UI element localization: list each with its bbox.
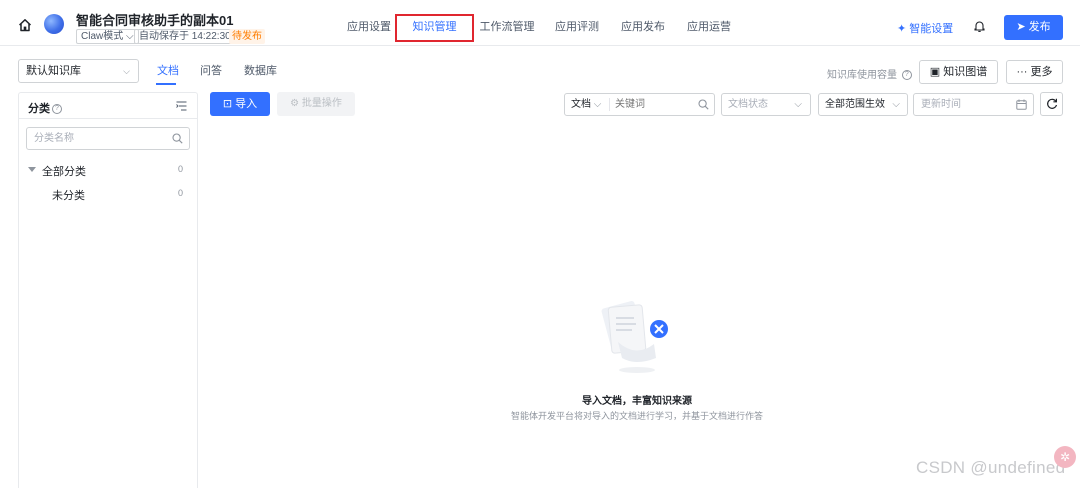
- update-time-placeholder: 更新时间: [921, 99, 961, 110]
- tree-item-label: 未分类: [52, 190, 85, 202]
- doc-type-select[interactable]: 文档 ⌵: [571, 94, 601, 115]
- mode-label: Claw模式: [81, 31, 124, 42]
- chevron-down-icon: ⌵: [123, 66, 130, 76]
- nav-app-evaluation[interactable]: 应用评测: [552, 14, 602, 42]
- empty-state-title: 导入文档，丰富知识来源: [582, 396, 692, 407]
- keyword-input[interactable]: [615, 95, 693, 114]
- send-icon: ➤: [1016, 21, 1026, 33]
- gear-icon: ⚙: [290, 98, 300, 109]
- capacity-label: 知识库使用容量: [827, 70, 897, 81]
- help-icon: ?: [901, 70, 912, 81]
- nav-app-publish[interactable]: 应用发布: [618, 14, 668, 42]
- import-button[interactable]: ⊡ 导入: [210, 92, 270, 116]
- category-title-label: 分类: [28, 103, 50, 115]
- batch-label: 批量操作: [301, 98, 342, 109]
- tab-documents[interactable]: 文档: [157, 62, 179, 78]
- tree-item-count: 0: [177, 164, 183, 174]
- import-label: 导入: [235, 98, 258, 110]
- publish-label: 发布: [1028, 21, 1051, 33]
- watermark: CSDN @undefined: [916, 458, 1066, 477]
- refresh-button[interactable]: [1040, 92, 1063, 116]
- graph-icon: ▣: [929, 66, 941, 78]
- tab-database[interactable]: 数据库: [244, 62, 277, 78]
- autosave-status: 自动保存于 14:22:30: [134, 29, 236, 44]
- capacity-info[interactable]: 知识库使用容量 ?: [827, 66, 912, 81]
- nav-app-operation[interactable]: 应用运营: [684, 14, 734, 42]
- chevron-down-icon: ⌵: [892, 99, 900, 110]
- home-icon[interactable]: [18, 18, 32, 32]
- calendar-icon: [1016, 99, 1027, 110]
- kb-select-value: 默认知识库: [26, 65, 81, 77]
- scope-value: 全部范围生效: [825, 99, 885, 110]
- app-title: 智能合同审核助手的副本01: [76, 13, 234, 28]
- tree-item-label: 全部分类: [42, 166, 86, 178]
- nav-app-settings[interactable]: 应用设置: [344, 14, 394, 42]
- more-button[interactable]: ··· 更多: [1006, 60, 1063, 84]
- tree-item-uncategorized[interactable]: 未分类 0: [19, 183, 197, 205]
- help-icon: ?: [52, 104, 62, 115]
- knowledge-base-select[interactable]: 默认知识库 ⌵: [18, 59, 139, 83]
- search-icon[interactable]: [172, 133, 183, 144]
- sort-icon[interactable]: [176, 101, 187, 111]
- knowledge-graph-button[interactable]: ▣ 知识图谱: [919, 60, 998, 84]
- app-logo: [44, 14, 64, 34]
- caret-down-icon[interactable]: [28, 167, 36, 172]
- category-header: 分类?: [19, 93, 197, 119]
- import-icon: ⊡: [222, 98, 233, 110]
- search-icon[interactable]: [698, 99, 709, 110]
- tree-item-count: 0: [177, 188, 183, 198]
- divider: [609, 98, 610, 111]
- tree-item-all-categories[interactable]: 全部分类 0: [19, 159, 197, 181]
- bell-icon[interactable]: [973, 19, 986, 33]
- tab-qa[interactable]: 问答: [200, 62, 222, 78]
- app-header: 智能合同审核助手的副本01 Claw模式 ⌵ 自动保存于 14:22:30 待发…: [0, 4, 1080, 46]
- nav-knowledge-management[interactable]: 知识管理: [395, 14, 474, 42]
- chevron-down-icon: ⌵: [794, 99, 802, 110]
- empty-state-description: 智能体开发平台将对导入的文档进行学习，并基于文档进行作答: [510, 411, 763, 421]
- nav-workflow-management[interactable]: 工作流管理: [478, 14, 536, 42]
- doc-status-placeholder: 文档状态: [728, 99, 768, 110]
- smart-setting-button[interactable]: ✦ 智能设置: [897, 20, 953, 36]
- sparkle-icon: ✦: [897, 23, 907, 35]
- update-time-picker[interactable]: 更新时间: [913, 93, 1034, 116]
- keyword-search-group: 文档 ⌵: [564, 93, 715, 116]
- mode-dropdown[interactable]: Claw模式 ⌵: [76, 29, 139, 44]
- scope-select[interactable]: 全部范围生效 ⌵: [818, 93, 908, 116]
- chevron-down-icon: ⌵: [126, 31, 134, 42]
- category-panel: 分类? 全部分类 0 未分类 0: [18, 92, 198, 488]
- assistant-float-icon[interactable]: ✲: [1054, 446, 1076, 468]
- category-title: 分类?: [28, 100, 62, 116]
- publish-button[interactable]: ➤ 发布: [1004, 15, 1063, 40]
- empty-documents-illustration: [601, 301, 668, 373]
- category-search: [26, 127, 190, 150]
- status-badge: 待发布: [229, 29, 265, 44]
- doc-type-value: 文档: [571, 99, 591, 110]
- chevron-down-icon: ⌵: [593, 99, 602, 110]
- doc-status-select[interactable]: 文档状态 ⌵: [721, 93, 811, 116]
- refresh-icon: [1047, 98, 1058, 109]
- graph-label: 知识图谱: [943, 66, 988, 78]
- smart-setting-label: 智能设置: [909, 23, 954, 35]
- active-tab-underline: [156, 83, 176, 85]
- category-search-input[interactable]: [27, 128, 167, 149]
- batch-operation-button[interactable]: ⚙ 批量操作: [277, 92, 355, 116]
